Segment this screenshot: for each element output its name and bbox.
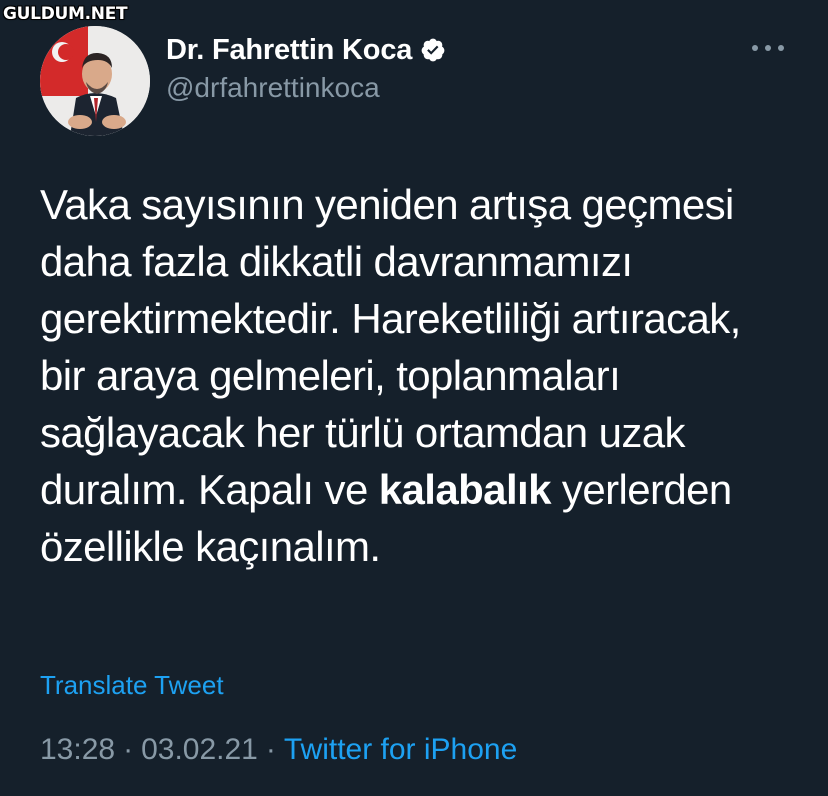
tweet-time[interactable]: 13:28 [40,733,115,767]
verified-badge-icon [420,37,446,63]
more-horizontal-icon[interactable] [752,38,784,58]
tweet-text-line: özellikle kaçınalım. [40,523,381,570]
translate-tweet-link[interactable]: Translate Tweet [40,670,224,701]
author-name-row[interactable]: Dr. Fahrettin Koca [166,30,446,70]
tweet-source-link[interactable]: Twitter for iPhone [284,733,517,767]
tweet-text-line: Vaka sayısının yeniden artışa geçmesi [40,181,734,228]
tweet-text-line: sağlayacak her türlü ortamdan uzak [40,409,686,456]
more-dot [765,45,771,51]
author-handle[interactable]: @drfahrettinkoca [166,72,380,104]
tweet-text-line: duralım. Kapalı ve kalabalık yerlerden [40,461,810,518]
tweet-date[interactable]: 03.02.21 [141,733,258,767]
tweet-text-line: daha fazla dikkatli davranmamızı [40,238,633,285]
tweet-text-bold: kalabalık [378,466,552,513]
tweet-metadata: 13:28 · 03.02.21 · Twitter for iPhone [40,733,517,767]
tweet-text-line: gerektirmektedir. Hareketliliği artıraca… [40,295,741,342]
more-dot [778,45,784,51]
meta-separator: · [123,733,134,766]
avatar-image [40,26,150,136]
tweet-text-segment: duralım. Kapalı ve [40,466,379,513]
avatar[interactable] [40,26,150,136]
more-dot [752,45,758,51]
meta-separator: · [265,733,276,766]
tweet-text: Vaka sayısının yeniden artışa geçmesi da… [40,176,810,575]
tweet-text-line: bir araya gelmeleri, toplanmaları [40,352,621,399]
author-display-name[interactable]: Dr. Fahrettin Koca [166,34,412,67]
tweet-text-segment: yerlerden [550,466,732,513]
watermark: GULDUM.NET [3,4,128,24]
